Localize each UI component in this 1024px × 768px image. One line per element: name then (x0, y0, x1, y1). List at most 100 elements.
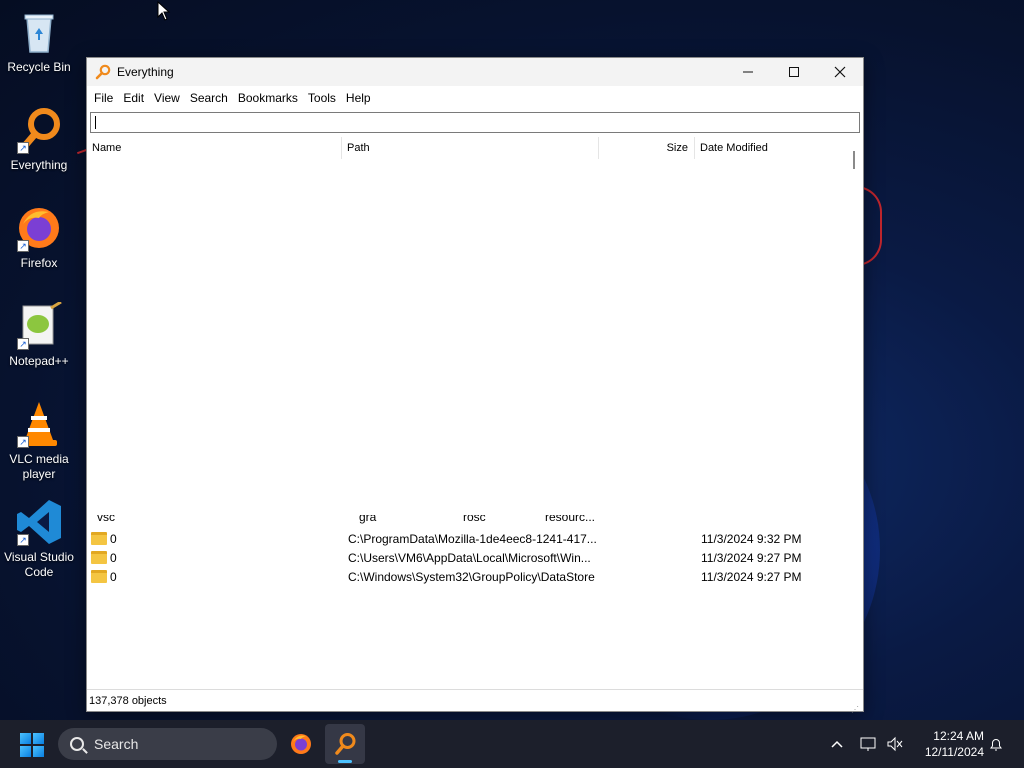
windows-logo-icon (33, 746, 44, 757)
partial-path-b: rosc (463, 515, 486, 524)
partial-name: vsc (97, 515, 115, 524)
vlc-icon: ↗ (15, 400, 63, 448)
system-clock[interactable]: 12:24 AM 12/11/2024 (914, 728, 984, 760)
active-app-indicator (338, 760, 352, 763)
everything-app-icon (95, 64, 111, 80)
menu-file[interactable]: File (89, 88, 118, 108)
column-header-name[interactable]: Name (87, 136, 342, 159)
firefox-icon: ↗ (15, 204, 63, 252)
everything-icon: ↗ (15, 106, 63, 154)
menu-view[interactable]: View (149, 88, 185, 108)
column-header-size[interactable]: Size (599, 136, 695, 159)
table-row[interactable]: 0 C:\ProgramData\Mozilla-1de4eec8-1241-4… (87, 529, 847, 548)
menu-search[interactable]: Search (185, 88, 233, 108)
clock-time: 12:24 AM (933, 729, 984, 743)
windows-logo-icon (20, 733, 31, 744)
desktop-icon-everything[interactable]: ↗ Everything (2, 106, 76, 173)
row-path: C:\Users\VM6\AppData\Local\Microsoft\Win… (348, 550, 591, 565)
desktop-icon-label: Notepad++ (9, 354, 69, 368)
partial-path-c: resourc... (545, 515, 596, 524)
column-header-path[interactable]: Path (342, 136, 599, 159)
vscode-icon: ↗ (15, 498, 63, 546)
menu-bar: File Edit View Search Bookmarks Tools He… (87, 86, 863, 110)
table-row[interactable]: 0 C:\Windows\System32\GroupPolicy\DataSt… (87, 567, 847, 586)
everything-window[interactable]: Everything File Edit View Search Bookmar… (86, 57, 864, 714)
network-status-button[interactable] (860, 720, 878, 768)
text-caret (95, 116, 96, 129)
menu-edit[interactable]: Edit (118, 88, 149, 108)
menu-tools[interactable]: Tools (303, 88, 341, 108)
row-name: 0 (110, 550, 117, 565)
desktop-icon-notepadpp[interactable]: ↗ Notepad++ (2, 300, 76, 369)
taskbar-search-label: Search (94, 736, 139, 752)
shortcut-arrow-icon: ↗ (17, 436, 29, 448)
desktop-icon-label: Visual Studio Code (4, 550, 74, 579)
taskbar: Search 12:24 AM 12/11/2024 (0, 720, 1024, 768)
network-icon (860, 737, 876, 751)
minimize-icon (743, 71, 753, 73)
taskbar-everything[interactable] (325, 724, 365, 764)
notifications-button[interactable] (988, 720, 1004, 768)
window-title: Everything (117, 65, 174, 79)
row-name: 0 (110, 531, 117, 546)
shortcut-arrow-icon: ↗ (17, 534, 29, 546)
table-row[interactable]: 0 C:\Users\VM6\AppData\Local\Microsoft\W… (87, 548, 847, 567)
row-date: 11/3/2024 9:32 PM (701, 531, 802, 546)
close-button[interactable] (817, 58, 863, 86)
row-date: 11/3/2024 9:27 PM (701, 569, 802, 584)
recycle-bin-icon (15, 8, 63, 56)
show-hidden-icons-button[interactable] (830, 720, 844, 768)
desktop-icon-label: Recycle Bin (7, 60, 71, 74)
folder-icon (91, 570, 107, 583)
mouse-cursor-icon (157, 1, 171, 21)
title-bar[interactable]: Everything (87, 58, 863, 86)
row-path: C:\Windows\System32\GroupPolicy\DataStor… (348, 569, 595, 584)
notepadpp-icon: ↗ (15, 300, 63, 350)
folder-icon (91, 532, 107, 545)
everything-icon (335, 733, 356, 755)
results-list[interactable]: vsc gra rosc resourc... 0 C:\ProgramData… (87, 163, 847, 695)
search-input[interactable] (90, 112, 860, 133)
start-button[interactable] (20, 733, 44, 757)
resize-grip-icon[interactable]: ⋰ (851, 699, 861, 714)
desktop-icon-firefox[interactable]: ↗ Firefox (2, 204, 76, 271)
desktop-icon-label: Everything (10, 158, 68, 172)
status-bar: 137,378 objects ⋰ (87, 689, 863, 714)
desktop-icon-vlc[interactable]: ↗ VLC media player (2, 400, 76, 482)
vertical-scrollbar[interactable] (846, 135, 863, 695)
taskbar-firefox[interactable] (281, 724, 321, 764)
shortcut-arrow-icon: ↗ (17, 240, 29, 252)
menu-help[interactable]: Help (341, 88, 376, 108)
desktop-icon-recycle-bin[interactable]: Recycle Bin (2, 8, 76, 75)
taskbar-search-box[interactable]: Search (58, 728, 277, 760)
column-header: Name Path Size Date Modified (87, 136, 863, 159)
clock-date: 12/11/2024 (924, 745, 984, 759)
row-path: C:\ProgramData\Mozilla-1de4eec8-1241-417… (348, 531, 597, 546)
search-icon (70, 737, 84, 751)
row-date: 11/3/2024 9:27 PM (701, 550, 802, 565)
scrollbar-thumb[interactable] (853, 151, 855, 169)
chevron-up-icon (831, 740, 843, 748)
menu-bookmarks[interactable]: Bookmarks (233, 88, 303, 108)
close-icon (834, 66, 846, 78)
shortcut-arrow-icon: ↗ (17, 142, 29, 154)
folder-icon (91, 551, 107, 564)
volume-muted-icon (887, 736, 903, 752)
column-header-date[interactable]: Date Modified (695, 137, 847, 159)
partial-row[interactable]: vsc gra rosc resourc... (87, 515, 847, 525)
windows-logo-icon (20, 746, 31, 757)
partial-path-a: gra (359, 515, 377, 524)
firefox-icon (291, 734, 311, 754)
desktop-icon-label: Firefox (20, 256, 58, 270)
desktop-icon-label: VLC media player (9, 452, 69, 481)
object-count: 137,378 objects (89, 695, 167, 707)
volume-button[interactable] (886, 720, 904, 768)
bell-icon (990, 739, 1002, 751)
windows-logo-icon (33, 733, 44, 744)
shortcut-arrow-icon: ↗ (17, 338, 29, 350)
maximize-button[interactable] (771, 58, 817, 86)
maximize-icon (789, 67, 799, 77)
row-name: 0 (110, 569, 117, 584)
minimize-button[interactable] (725, 58, 771, 86)
desktop-icon-vscode[interactable]: ↗ Visual Studio Code (2, 498, 76, 580)
